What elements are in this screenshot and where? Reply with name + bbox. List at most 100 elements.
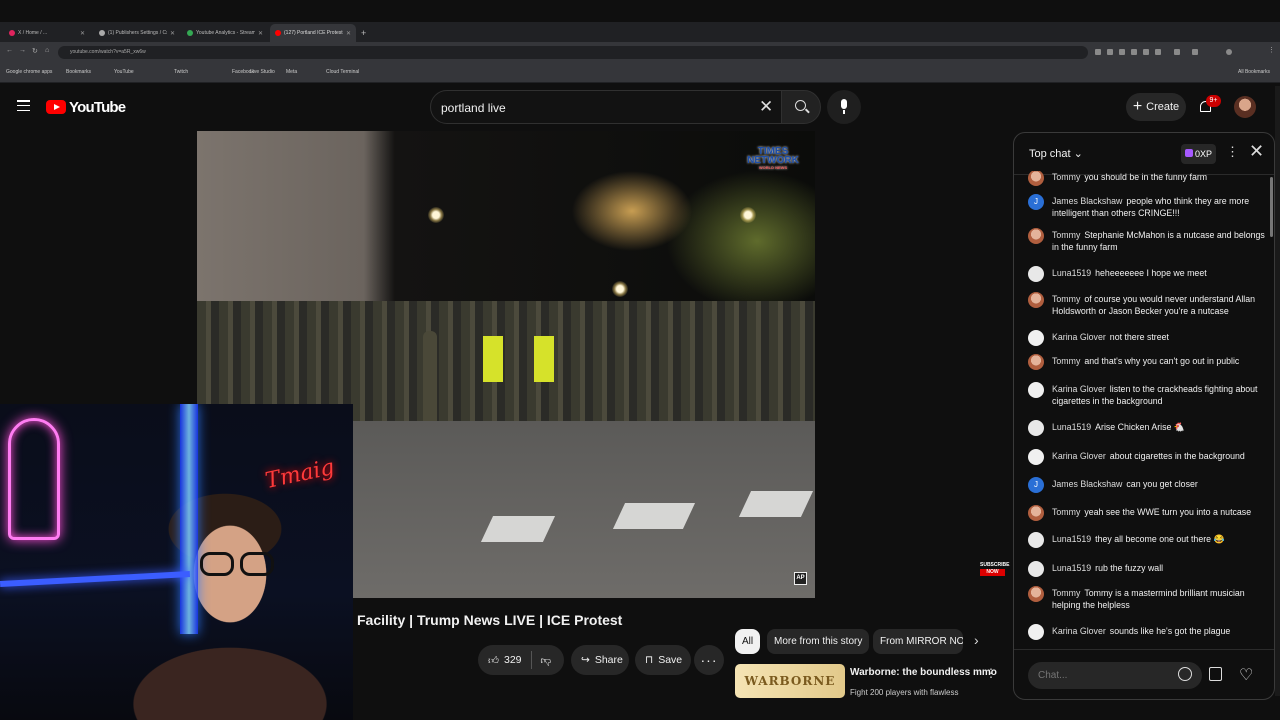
new-tab-button[interactable]: + bbox=[356, 24, 372, 42]
chat-author-avatar[interactable] bbox=[1028, 532, 1044, 548]
more-actions-button[interactable]: ··· bbox=[694, 645, 724, 675]
extension-icon[interactable] bbox=[1143, 49, 1149, 55]
browser-tab[interactable]: Youtube Analytics - Stream... ✕ bbox=[182, 24, 268, 42]
chat-author-avatar[interactable] bbox=[1028, 292, 1044, 308]
chat-author-avatar[interactable] bbox=[1028, 449, 1044, 465]
close-tab-icon[interactable]: ✕ bbox=[346, 30, 351, 37]
like-count[interactable]: 329 bbox=[504, 654, 522, 666]
browser-tab[interactable]: (1) Publishers Settings / Cs... ✕ bbox=[94, 24, 180, 42]
chat-author-avatar[interactable] bbox=[1028, 420, 1044, 436]
chat-author-name[interactable]: Luna1519 bbox=[1052, 422, 1091, 432]
recommendation-title[interactable]: Warborne: the boundless mmo bbox=[850, 667, 997, 678]
browser-tab-active[interactable]: (127) Portland ICE Protest L...✕ bbox=[270, 24, 356, 42]
chat-message[interactable]: Tommy you should be in the funny farm bbox=[1028, 171, 1268, 186]
chat-author-avatar[interactable] bbox=[1028, 266, 1044, 282]
dislike-icon[interactable]: 👎︎ bbox=[541, 654, 552, 667]
chat-author-avatar[interactable] bbox=[1028, 561, 1044, 577]
chat-author-avatar[interactable]: J bbox=[1028, 194, 1044, 210]
emoji-icon[interactable] bbox=[1178, 667, 1192, 681]
chat-author-avatar[interactable] bbox=[1028, 228, 1044, 244]
chat-author-name[interactable]: James Blackshaw bbox=[1052, 196, 1122, 206]
extension-icon[interactable] bbox=[1095, 49, 1101, 55]
close-tab-icon[interactable]: ✕ bbox=[80, 30, 85, 37]
bookmark[interactable]: Twitch bbox=[174, 69, 188, 75]
create-button[interactable]: + Create bbox=[1126, 93, 1186, 121]
chat-message[interactable]: Luna1519 they all become one out there 😂 bbox=[1028, 532, 1268, 548]
chevron-right-icon[interactable]: › bbox=[974, 632, 979, 648]
extension-icon[interactable] bbox=[1192, 49, 1198, 55]
chat-author-name[interactable]: Karina Glover bbox=[1052, 451, 1106, 461]
extension-icon[interactable] bbox=[1107, 49, 1113, 55]
chat-message[interactable]: J James Blackshaw can you get closer bbox=[1028, 477, 1268, 493]
extension-icon[interactable] bbox=[1131, 49, 1137, 55]
chat-message[interactable]: Luna1519 heheeeeeee I hope we meet bbox=[1028, 266, 1268, 282]
chat-author-avatar[interactable] bbox=[1028, 505, 1044, 521]
share-button[interactable]: ↪ Share bbox=[571, 645, 629, 675]
bookmark[interactable]: Meta bbox=[286, 69, 297, 75]
chip-more-from-story[interactable]: More from this story bbox=[767, 629, 870, 654]
bookmark[interactable]: Cloud Terminal bbox=[326, 69, 359, 75]
chat-author-name[interactable]: Tommy bbox=[1052, 356, 1080, 366]
chat-author-name[interactable]: Tommy bbox=[1052, 294, 1080, 304]
home-icon[interactable]: ⌂ bbox=[45, 47, 49, 54]
xp-badge[interactable]: 0XP bbox=[1181, 144, 1217, 164]
chat-message[interactable]: Tommy and that's why you can't go out in … bbox=[1028, 354, 1268, 370]
chat-author-name[interactable]: James Blackshaw bbox=[1052, 479, 1122, 489]
bookmark[interactable]: Google chrome apps bbox=[6, 69, 52, 75]
chat-author-avatar[interactable] bbox=[1028, 586, 1044, 602]
chat-message[interactable]: Karina Glover not there street bbox=[1028, 330, 1268, 346]
product-icon[interactable] bbox=[1209, 667, 1222, 681]
chat-author-name[interactable]: Luna1519 bbox=[1052, 268, 1091, 278]
close-tab-icon[interactable]: ✕ bbox=[258, 30, 263, 37]
chat-author-name[interactable]: Tommy bbox=[1052, 507, 1080, 517]
chat-message[interactable]: J James Blackshaw people who think they ar… bbox=[1028, 194, 1268, 219]
chat-author-name[interactable]: Luna1519 bbox=[1052, 534, 1091, 544]
page-scrollbar[interactable] bbox=[1275, 86, 1280, 696]
hamburger-menu-icon[interactable] bbox=[17, 100, 30, 111]
chat-author-avatar[interactable] bbox=[1028, 354, 1044, 370]
browser-tab[interactable]: X / Home / ... ✕ bbox=[4, 24, 90, 42]
browser-menu-icon[interactable]: ⋮ bbox=[1268, 46, 1275, 54]
chat-message[interactable]: Karina Glover sounds like he's got the pl… bbox=[1028, 624, 1268, 640]
chat-author-name[interactable]: Tommy bbox=[1052, 172, 1080, 182]
chat-author-avatar[interactable]: J bbox=[1028, 477, 1044, 493]
chat-input[interactable] bbox=[1028, 662, 1202, 689]
forward-icon[interactable]: → bbox=[19, 47, 26, 54]
extension-icon[interactable] bbox=[1119, 49, 1125, 55]
search-input[interactable] bbox=[441, 99, 751, 117]
chip-all[interactable]: All bbox=[735, 629, 761, 654]
account-avatar[interactable] bbox=[1234, 96, 1256, 118]
clear-search-icon[interactable]: ✕ bbox=[759, 97, 773, 117]
chat-message[interactable]: Tommy Stephanie McMahon is a nutcase and … bbox=[1028, 228, 1268, 253]
chip-from-channel[interactable]: From MIRROR NOW bbox=[873, 629, 963, 654]
recommendation-menu-icon[interactable]: ⋮ bbox=[985, 666, 997, 680]
youtube-logo[interactable]: YouTube bbox=[46, 98, 126, 116]
voice-search-button[interactable] bbox=[827, 90, 861, 124]
extension-icon[interactable] bbox=[1155, 49, 1161, 55]
chat-message[interactable]: Luna1519 Arise Chicken Arise 🐔 bbox=[1028, 420, 1268, 436]
chat-message[interactable]: Luna1519 rub the fuzzy wall bbox=[1028, 561, 1268, 577]
bookmark[interactable]: Live Studio bbox=[250, 69, 275, 75]
chat-author-avatar[interactable] bbox=[1028, 382, 1044, 398]
chat-author-name[interactable]: Tommy bbox=[1052, 230, 1080, 240]
extension-icon[interactable] bbox=[1174, 49, 1180, 55]
chat-menu-icon[interactable]: ⋮ bbox=[1226, 144, 1239, 160]
chat-author-name[interactable]: Karina Glover bbox=[1052, 626, 1106, 636]
back-icon[interactable]: ← bbox=[6, 47, 13, 54]
reload-icon[interactable]: ↻ bbox=[32, 47, 38, 55]
chat-scrollbar[interactable] bbox=[1270, 177, 1273, 237]
recommendation-thumbnail[interactable]: WARBORNE bbox=[735, 664, 845, 698]
chat-author-name[interactable]: Karina Glover bbox=[1052, 332, 1106, 342]
like-icon[interactable]: 👍︎ bbox=[488, 654, 499, 667]
chat-author-name[interactable]: Tommy bbox=[1052, 588, 1080, 598]
chat-message[interactable]: Tommy Tommy is a mastermind brilliant mus… bbox=[1028, 586, 1268, 611]
all-bookmarks[interactable]: All Bookmarks bbox=[1238, 69, 1270, 75]
search-button[interactable] bbox=[781, 90, 821, 124]
chat-author-avatar[interactable] bbox=[1028, 171, 1044, 186]
chat-author-avatar[interactable] bbox=[1028, 330, 1044, 346]
bookmark[interactable]: YouTube bbox=[114, 69, 134, 75]
chat-message[interactable]: Karina Glover about cigarettes in the bac… bbox=[1028, 449, 1268, 465]
chat-message[interactable]: Karina Glover listen to the crackheads fi… bbox=[1028, 382, 1268, 407]
bookmark[interactable]: Bookmarks bbox=[66, 69, 91, 75]
chat-mode-dropdown[interactable]: Top chat ⌄ bbox=[1029, 147, 1083, 160]
